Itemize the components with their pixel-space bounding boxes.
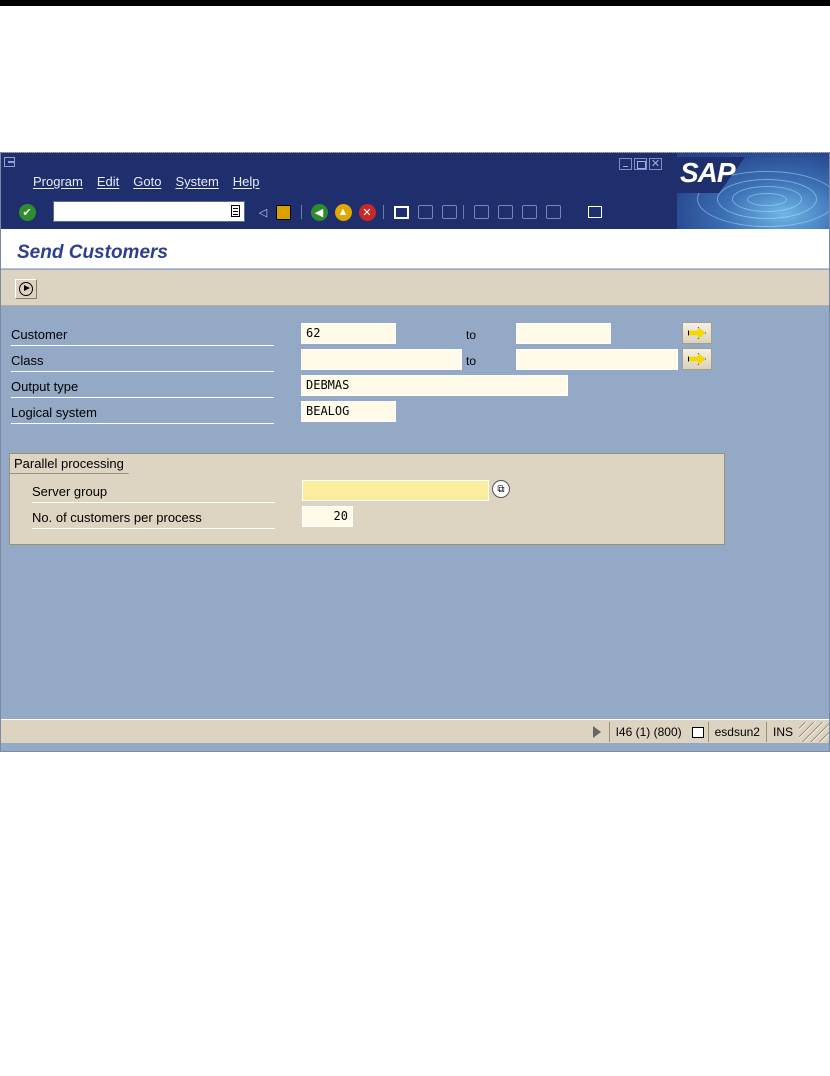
customer-to-label: to [466, 328, 477, 342]
close-window-icon[interactable]: ✕ [649, 158, 662, 170]
status-bar: I46 (1) (800) esdsun2 INS [1, 719, 829, 743]
first-page-button[interactable] [471, 202, 491, 222]
next-page-button[interactable] [519, 202, 539, 222]
maximize-icon[interactable] [634, 158, 647, 170]
command-history-icon[interactable] [231, 205, 240, 217]
server-group-label: Server group [32, 484, 275, 503]
customer-from-field[interactable]: 62 [301, 323, 396, 344]
logical-system-field[interactable]: BEALOG [301, 401, 396, 422]
previous-page-button[interactable] [495, 202, 515, 222]
customer-label: Customer [11, 327, 274, 346]
customers-per-process-label: No. of customers per process [32, 510, 275, 529]
find-button[interactable] [415, 202, 435, 222]
resize-grip[interactable] [799, 722, 829, 742]
window-controls: ✕ [619, 158, 662, 170]
first-page-icon [473, 205, 489, 219]
logical-system-label: Logical system [11, 405, 274, 424]
customers-per-process-field[interactable]: 20 [302, 506, 353, 527]
system-menu-icon[interactable] [4, 157, 15, 167]
exit-button[interactable]: ▲ [333, 202, 353, 222]
execute-icon [19, 282, 33, 296]
print-icon [393, 205, 409, 219]
status-system: I46 (1) (800) [608, 722, 688, 742]
customer-to-field[interactable] [516, 323, 611, 344]
toolbar-separator [301, 205, 302, 219]
arrow-right-icon [688, 353, 706, 365]
page-title: Send Customers [17, 242, 168, 263]
back-button[interactable]: ◀ [309, 202, 329, 222]
page-top-rule [0, 0, 830, 6]
status-cells: I46 (1) (800) esdsun2 INS [592, 722, 829, 742]
save-button[interactable] [273, 202, 293, 222]
sap-logo-text: SAP [680, 157, 736, 188]
toolbar-separator [463, 205, 464, 219]
command-field[interactable] [53, 201, 245, 222]
application-toolbar [1, 270, 829, 306]
standard-toolbar: ✔ ◁ ◀ ▲ ✕ [1, 195, 677, 229]
enter-button[interactable]: ✔ [17, 202, 37, 222]
server-group-field[interactable] [302, 480, 489, 501]
toolbar-separator [383, 205, 384, 219]
print-button[interactable] [391, 202, 411, 222]
cancel-button[interactable]: ✕ [357, 202, 377, 222]
class-to-label: to [466, 354, 477, 368]
collapse-arrow-icon[interactable]: ◁ [253, 202, 273, 222]
previous-page-icon [497, 205, 513, 219]
sap-window: Program Edit Goto System Help ✕ SAP ✔ ◁ [0, 152, 830, 752]
back-icon: ◀ [310, 203, 328, 221]
screen-title-bar: Send Customers [1, 229, 829, 269]
checkmark-icon: ✔ [18, 203, 36, 221]
find-next-button[interactable] [439, 202, 459, 222]
last-page-button[interactable] [543, 202, 563, 222]
server-group-search-help-icon[interactable]: ⧉ [492, 480, 510, 498]
menu-bar: Program Edit Goto System Help [33, 174, 260, 189]
menu-program[interactable]: Program [33, 174, 83, 189]
menu-help[interactable]: Help [233, 174, 260, 189]
session-icon[interactable] [691, 726, 704, 738]
save-icon [275, 204, 291, 220]
menu-goto[interactable]: Goto [133, 174, 161, 189]
status-server: esdsun2 [707, 722, 766, 742]
find-next-icon [441, 205, 457, 219]
exit-icon: ▲ [334, 203, 352, 221]
customer-multiple-selection-button[interactable] [682, 322, 712, 344]
parallel-processing-group: Parallel processing Server group ⧉ No. o… [9, 453, 725, 545]
create-session-icon [588, 206, 602, 218]
find-icon [417, 205, 433, 219]
output-type-label: Output type [11, 379, 274, 398]
parallel-processing-title: Parallel processing [9, 453, 139, 474]
class-multiple-selection-button[interactable] [682, 348, 712, 370]
class-from-field[interactable] [301, 349, 462, 370]
menu-edit[interactable]: Edit [97, 174, 119, 189]
minimize-icon[interactable] [619, 158, 632, 170]
menu-system[interactable]: System [175, 174, 218, 189]
output-type-field[interactable]: DEBMAS [301, 375, 568, 396]
arrow-right-icon [688, 327, 706, 339]
cancel-icon: ✕ [358, 203, 376, 221]
create-session-button[interactable] [585, 202, 605, 222]
class-label: Class [11, 353, 274, 372]
status-expand-icon[interactable] [592, 726, 601, 738]
last-page-icon [545, 205, 561, 219]
execute-button[interactable] [15, 279, 37, 299]
class-to-field[interactable] [516, 349, 678, 370]
status-mode[interactable]: INS [765, 722, 799, 742]
next-page-icon [521, 205, 537, 219]
